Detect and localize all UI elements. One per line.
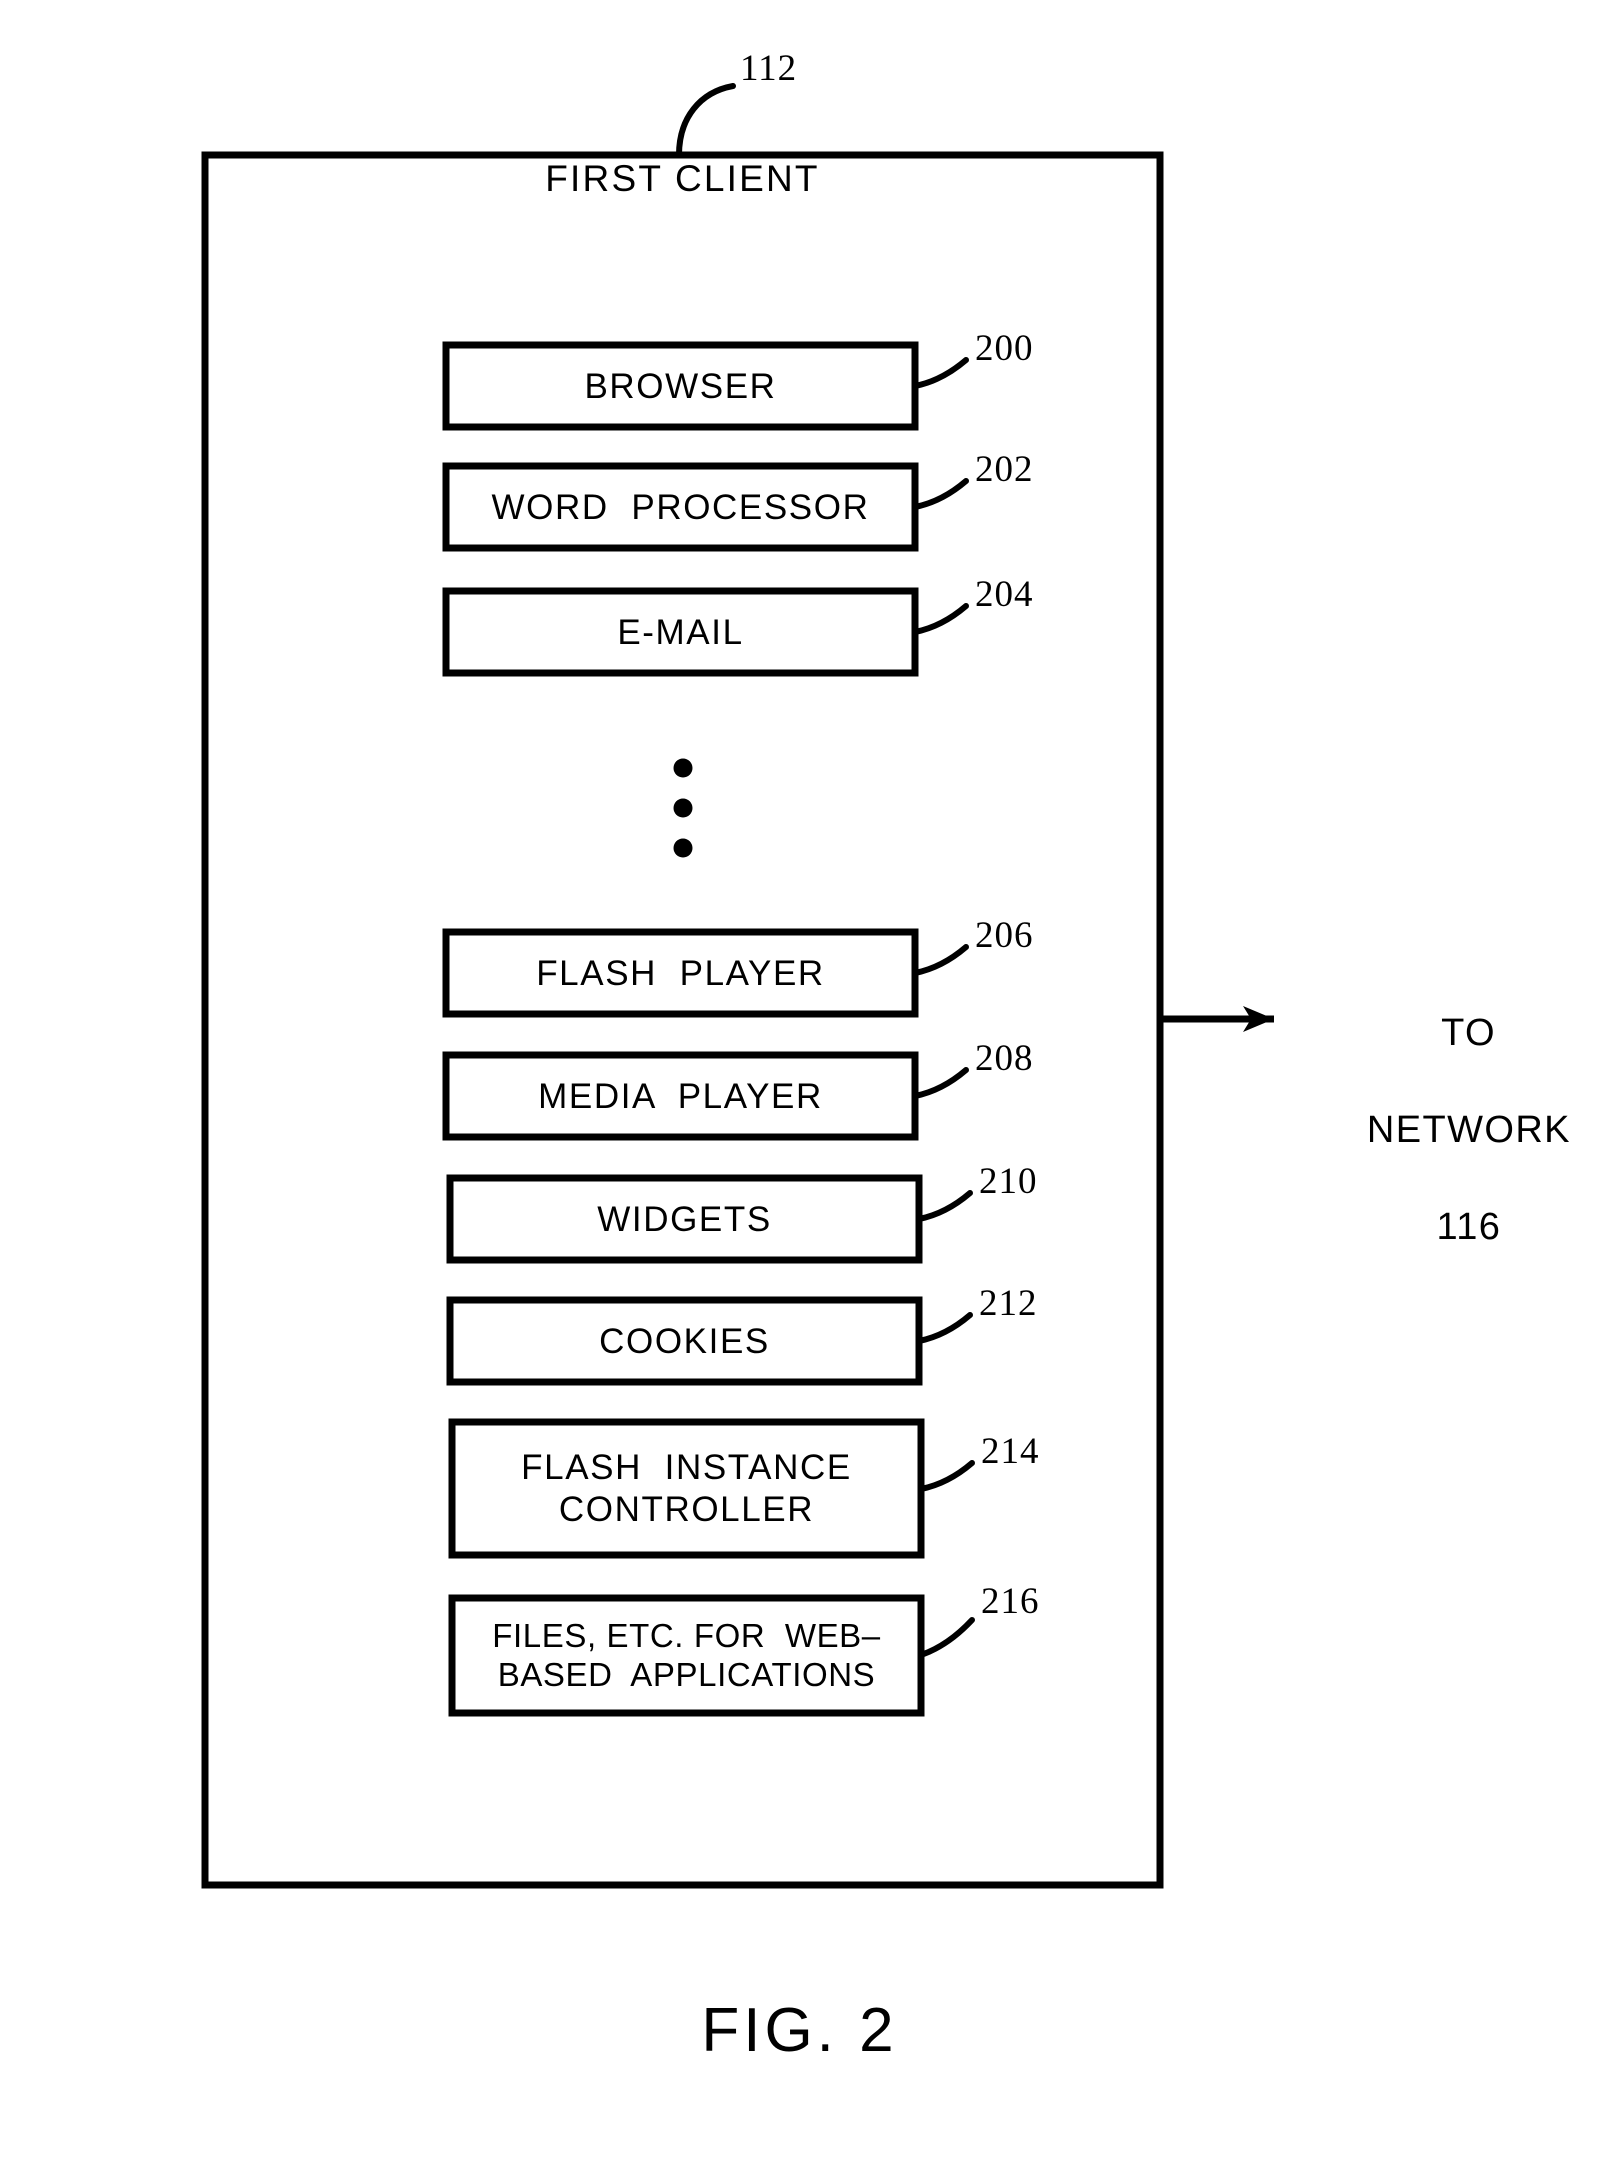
ref-numeral-202: 202 <box>975 449 1034 490</box>
ref-numeral-206: 206 <box>975 915 1034 956</box>
leader-line-112 <box>676 83 736 158</box>
leader-line-216 <box>918 1617 975 1658</box>
leader-line-212 <box>916 1312 973 1344</box>
to-network-line-1: TO <box>1441 1011 1497 1054</box>
block-label-media-player: MEDIA PLAYER <box>446 1055 915 1137</box>
leader-line-200 <box>912 357 969 389</box>
block-label-line: E-MAIL <box>617 612 744 652</box>
ref-numeral-200: 200 <box>975 328 1034 369</box>
block-label-line-2: BASED APPLICATIONS <box>497 1655 876 1693</box>
block-label-line: COOKIES <box>599 1321 770 1361</box>
block-label-line: FLASH INSTANCE <box>521 1448 852 1488</box>
leader-line-208 <box>912 1067 969 1099</box>
block-label-email: E-MAIL <box>446 591 915 673</box>
right-arrow-icon <box>1160 1006 1274 1032</box>
block-label-widgets: WIDGETS <box>450 1178 919 1260</box>
leader-line-214 <box>918 1460 975 1492</box>
ref-numeral-204: 204 <box>975 574 1034 615</box>
ref-numeral-112: 112 <box>740 48 798 89</box>
ref-numeral-216: 216 <box>981 1581 1040 1622</box>
leader-line-206 <box>912 944 969 976</box>
block-label-cookies: COOKIES <box>450 1300 919 1382</box>
leader-line-204 <box>912 603 969 635</box>
block-label-line: FLASH PLAYER <box>536 953 825 993</box>
block-label-files-web-based-applications: FILES, ETC. FOR WEB– BASED APPLICATIONS <box>452 1598 921 1713</box>
block-label-word-processor: WORD PROCESSOR <box>446 466 915 548</box>
figure-caption: FIG. 2 <box>701 1996 898 2065</box>
block-label-browser: BROWSER <box>446 345 915 427</box>
leader-line-202 <box>912 478 969 510</box>
ref-numeral-208: 208 <box>975 1038 1034 1079</box>
ref-numeral-210: 210 <box>979 1161 1038 1202</box>
leader-line-210 <box>916 1190 973 1222</box>
ref-numeral-212: 212 <box>979 1283 1038 1324</box>
vertical-ellipsis-icon <box>673 758 693 858</box>
to-network-line-2: NETWORK <box>1366 1108 1571 1151</box>
block-label-flash-player: FLASH PLAYER <box>446 932 915 1014</box>
block-label-line: WIDGETS <box>597 1199 772 1239</box>
ref-numeral-214: 214 <box>981 1431 1040 1472</box>
first-client-title: FIRST CLIENT <box>545 158 820 199</box>
to-network-label: TO NETWORK 116 <box>1305 960 1585 1300</box>
block-label-line-2: CONTROLLER <box>558 1489 815 1529</box>
block-label-line: FILES, ETC. FOR WEB– <box>492 1616 881 1654</box>
block-label-flash-instance-controller: FLASH INSTANCE CONTROLLER <box>452 1422 921 1555</box>
to-network-line-3: 116 <box>1436 1206 1502 1249</box>
block-label-line: WORD PROCESSOR <box>491 487 870 527</box>
block-label-line: MEDIA PLAYER <box>538 1076 823 1116</box>
patent-figure: 112 FIRST CLIENT BROWSER 200 WORD PROCES… <box>0 0 1599 2165</box>
block-label-line: BROWSER <box>584 366 777 406</box>
